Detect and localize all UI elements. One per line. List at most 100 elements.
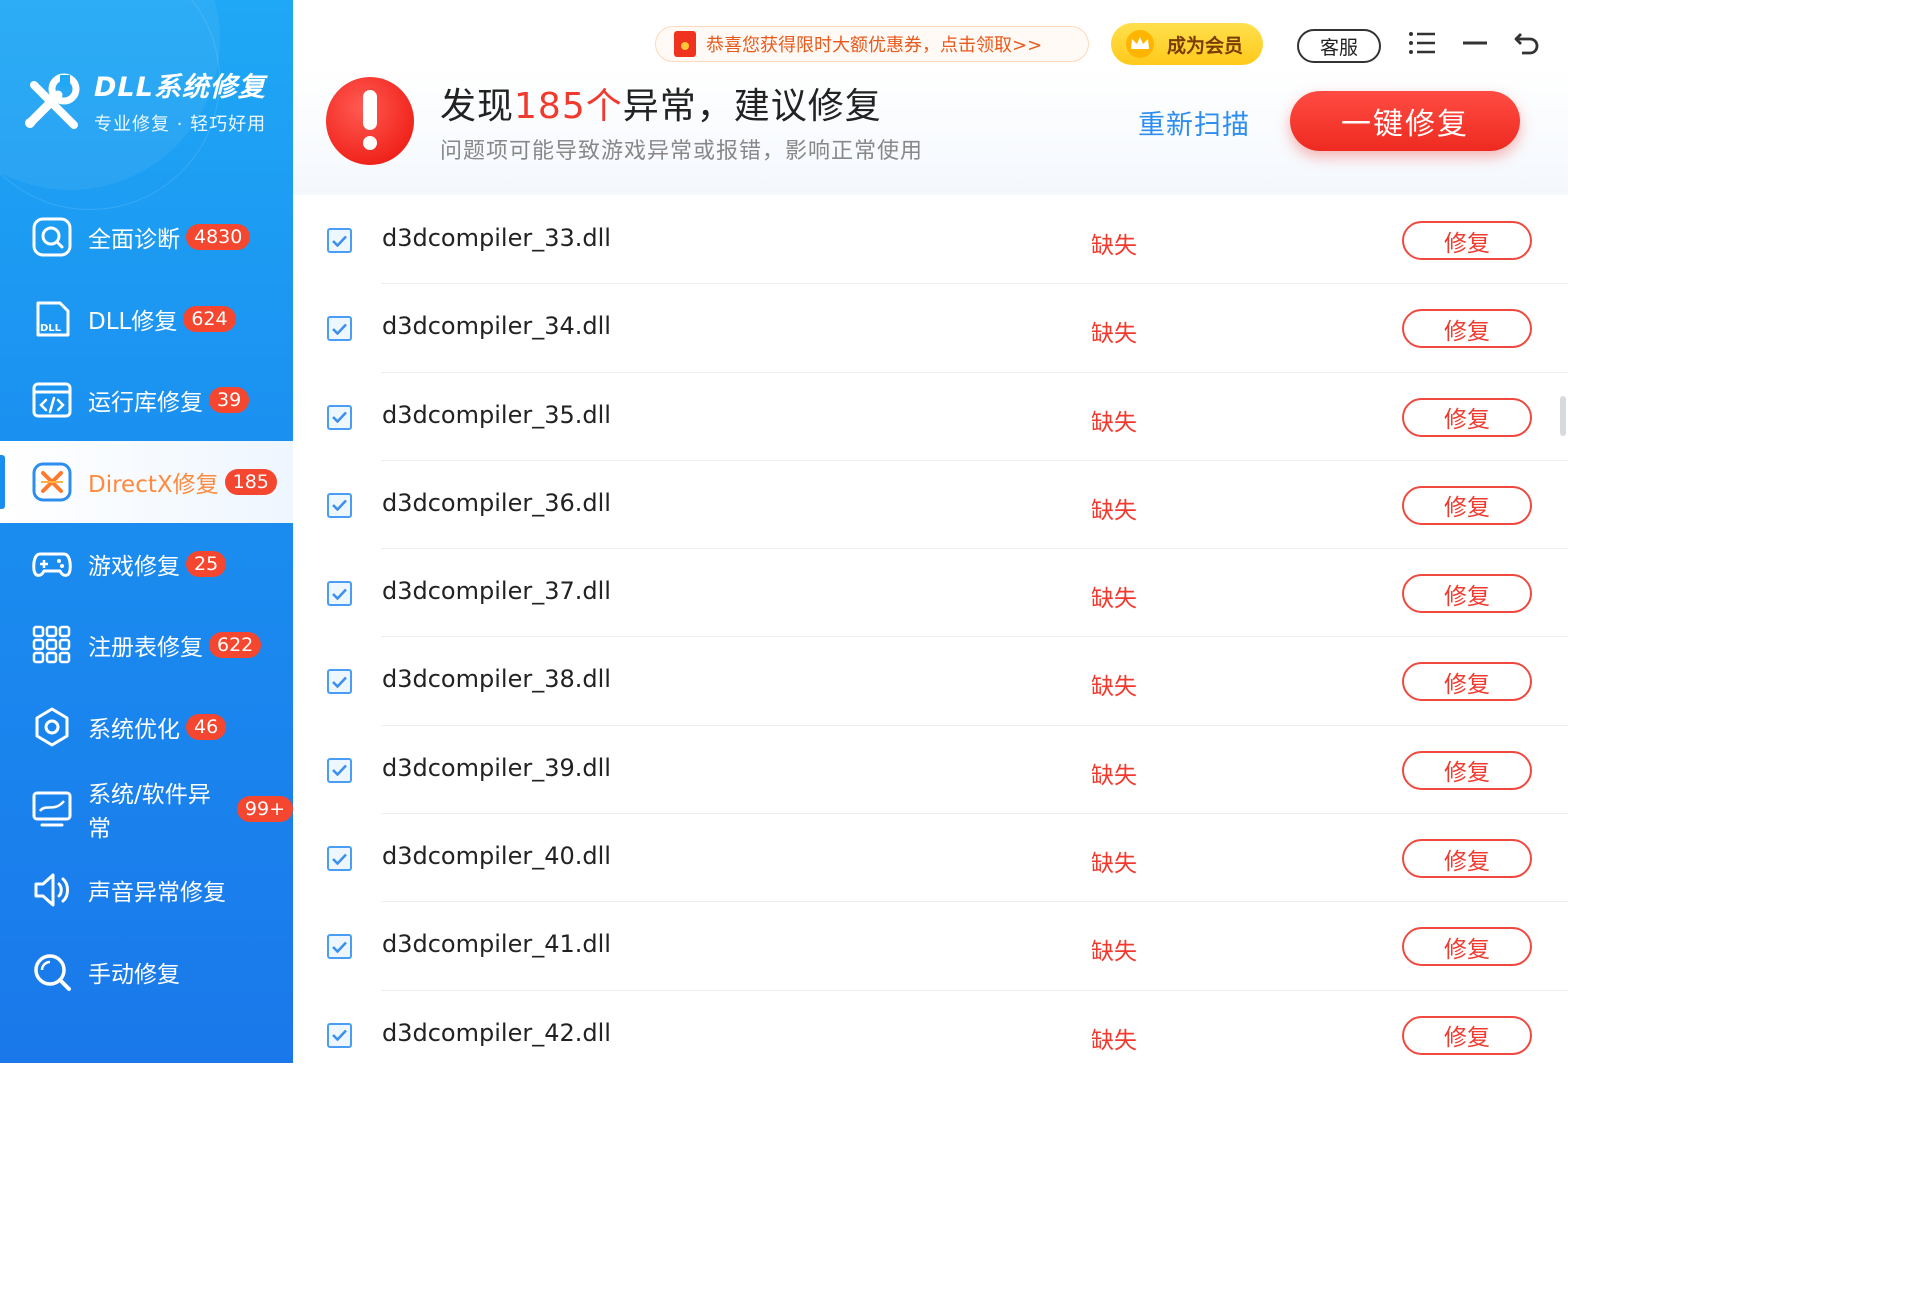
row-checkbox[interactable] — [327, 934, 352, 960]
dll-filename: d3dcompiler_42.dll — [382, 1018, 611, 1047]
alert-icon — [326, 77, 414, 165]
sidebar-item-full-diagnosis[interactable]: 全面诊断 4830 — [0, 196, 293, 278]
checkmark-icon — [332, 676, 347, 688]
row-checkbox[interactable] — [327, 228, 352, 253]
dll-file-icon: DLL — [32, 299, 72, 339]
list-item: d3dcompiler_36.dll 缺失 修复 — [293, 461, 1568, 550]
checkmark-icon — [332, 500, 347, 512]
sidebar-item-system-optimize[interactable]: 系统优化 46 — [0, 686, 293, 768]
code-window-icon — [32, 380, 72, 420]
missing-status: 缺失 — [1091, 233, 1137, 259]
app-slogan: 专业修复 · 轻巧好用 — [94, 114, 267, 135]
result-subtitle: 问题项可能导致游戏异常或报错，影响正常使用 — [440, 139, 924, 164]
red-envelope-icon — [674, 31, 696, 57]
sidebar-item-registry-repair[interactable]: 注册表修复 622 — [0, 604, 293, 686]
row-checkbox[interactable] — [327, 492, 352, 518]
sidebar-item-directx-repair[interactable]: DirectX修复 185 — [0, 441, 293, 523]
menu-list-icon — [1409, 32, 1435, 54]
menu-button[interactable] — [1405, 26, 1439, 60]
missing-status: 缺失 — [1091, 586, 1137, 613]
fix-button[interactable]: 修复 — [1402, 397, 1532, 437]
sidebar-item-sound-repair[interactable]: 声音异常修复 — [0, 850, 293, 932]
list-item: d3dcompiler_37.dll 缺失 修复 — [293, 549, 1568, 638]
fix-button[interactable]: 修复 — [1402, 309, 1532, 349]
checkmark-icon — [332, 323, 347, 335]
sidebar-item-label: DirectX修复 — [88, 471, 219, 498]
app-name: DLL系统修复 — [94, 72, 266, 103]
top-bar: 恭喜您获得限时大额优惠券，点击领取>> 成为会员 客服 — [293, 0, 1568, 88]
sidebar-item-system-software-issues[interactable]: 系统/软件异常 99+ — [0, 768, 293, 850]
search-icon — [32, 217, 72, 257]
row-checkbox[interactable] — [327, 581, 352, 607]
missing-status: 缺失 — [1091, 851, 1137, 878]
row-checkbox[interactable] — [327, 404, 352, 430]
speaker-icon — [32, 870, 72, 910]
missing-status: 缺失 — [1091, 409, 1137, 436]
count-badge: 622 — [209, 632, 262, 659]
wrench-screwdriver-logo-icon — [25, 73, 80, 129]
sidebar-item-label: 游戏修复 — [88, 553, 180, 580]
fix-button[interactable]: 修复 — [1402, 927, 1532, 967]
fix-button[interactable]: 修复 — [1402, 662, 1532, 702]
result-title-prefix: 发现 — [440, 86, 515, 127]
sidebar-item-label: 注册表修复 — [88, 635, 203, 662]
monitor-icon — [32, 789, 72, 829]
coupon-promo-banner[interactable]: 恭喜您获得限时大额优惠券，点击领取>> — [655, 26, 1089, 62]
sidebar-item-runtime-repair[interactable]: 运行库修复 39 — [0, 359, 293, 441]
dll-filename: d3dcompiler_37.dll — [382, 577, 611, 606]
fix-button[interactable]: 修复 — [1402, 221, 1532, 260]
row-checkbox[interactable] — [327, 846, 352, 872]
dll-filename: d3dcompiler_33.dll — [382, 224, 611, 252]
list-item: d3dcompiler_38.dll 缺失 修复 — [293, 637, 1568, 726]
count-badge: 4830 — [186, 223, 251, 250]
sidebar-nav: 全面诊断 4830 DLL DLL修复 624 运行库修复 39 DirectX… — [0, 196, 293, 1013]
missing-status: 缺失 — [1091, 497, 1137, 524]
customer-service-button[interactable]: 客服 — [1297, 29, 1381, 63]
sidebar-item-label: 手动修复 — [88, 962, 180, 989]
missing-status: 缺失 — [1091, 674, 1137, 701]
sidebar-item-dll-repair[interactable]: DLL DLL修复 624 — [0, 278, 293, 360]
count-badge: 46 — [186, 713, 227, 740]
sidebar-item-label: 运行库修复 — [88, 390, 203, 417]
issue-list: d3dcompiler_33.dll 缺失 修复 d3dcompiler_34.… — [293, 196, 1568, 1063]
sidebar-item-manual-repair[interactable]: 手动修复 — [0, 931, 293, 1013]
svg-text:DLL: DLL — [40, 323, 62, 334]
sidebar-item-label: 系统优化 — [88, 716, 180, 743]
grid-icon — [32, 625, 72, 665]
row-checkbox[interactable] — [327, 757, 352, 783]
checkmark-icon — [332, 235, 347, 247]
row-checkbox[interactable] — [327, 1022, 352, 1048]
sidebar-item-game-repair[interactable]: 游戏修复 25 — [0, 523, 293, 605]
list-item: d3dcompiler_33.dll 缺失 修复 — [293, 196, 1568, 285]
dll-filename: d3dcompiler_34.dll — [382, 312, 611, 341]
list-item: d3dcompiler_42.dll 缺失 修复 — [293, 991, 1568, 1063]
row-checkbox[interactable] — [327, 316, 352, 342]
scrollbar-thumb[interactable] — [1560, 396, 1566, 436]
rescan-link[interactable]: 重新扫描 — [1138, 103, 1250, 142]
fix-button[interactable]: 修复 — [1402, 839, 1532, 879]
fix-button[interactable]: 修复 — [1402, 1015, 1532, 1055]
count-badge: 25 — [186, 550, 227, 577]
directx-icon — [32, 462, 72, 502]
sidebar-item-label: 声音异常修复 — [88, 880, 226, 907]
fix-all-button[interactable]: 一键修复 — [1290, 91, 1520, 151]
fix-button[interactable]: 修复 — [1402, 485, 1532, 525]
list-item: d3dcompiler_35.dll 缺失 修复 — [293, 373, 1568, 461]
issue-count: 185个 — [514, 86, 623, 127]
row-checkbox[interactable] — [327, 669, 352, 695]
dll-filename: d3dcompiler_38.dll — [382, 665, 611, 694]
sidebar: DLL系统修复 专业修复 · 轻巧好用 全面诊断 4830 DLL DLL修复 … — [0, 0, 293, 1063]
missing-status: 缺失 — [1091, 939, 1137, 966]
list-item: d3dcompiler_34.dll 缺失 修复 — [293, 284, 1568, 373]
fix-button[interactable]: 修复 — [1402, 574, 1532, 614]
minimize-button[interactable] — [1458, 26, 1492, 60]
manual-search-icon — [32, 952, 72, 992]
dll-filename: d3dcompiler_35.dll — [382, 400, 611, 429]
become-member-button[interactable]: 成为会员 — [1111, 23, 1263, 65]
gear-icon — [32, 707, 72, 747]
dll-filename: d3dcompiler_36.dll — [382, 488, 611, 517]
back-button[interactable] — [1509, 26, 1543, 60]
fix-button[interactable]: 修复 — [1402, 750, 1532, 790]
count-badge: 624 — [183, 305, 236, 332]
checkmark-icon — [332, 588, 347, 600]
